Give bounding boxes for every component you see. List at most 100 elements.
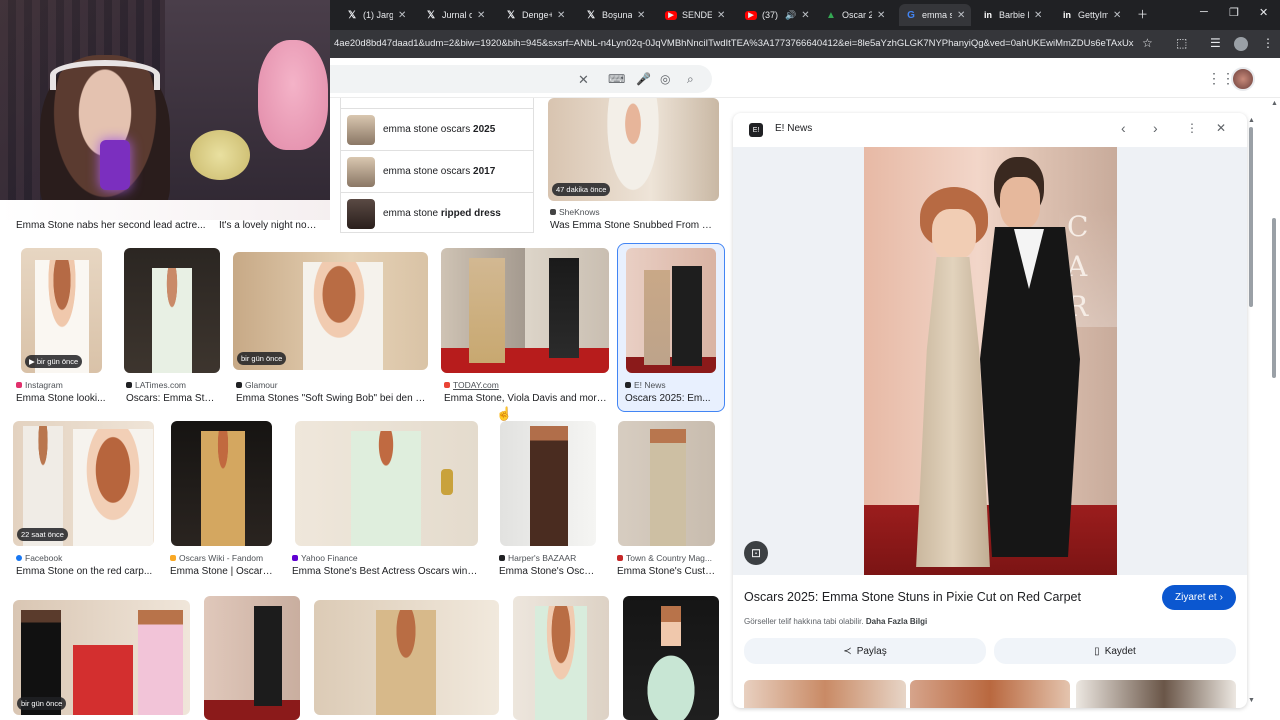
more-options-icon[interactable]: ⋮	[1186, 121, 1198, 135]
close-tab-icon[interactable]: ✕	[398, 10, 406, 21]
image-result[interactable]	[314, 600, 499, 715]
image-result[interactable]	[623, 596, 719, 720]
browser-tab[interactable]: ▶ (37) 🔊 ✕	[745, 4, 810, 26]
panel-title[interactable]: Oscars 2025: Emma Stone Stuns in Pixie C…	[744, 590, 1144, 604]
scroll-up-icon[interactable]: ▲	[1271, 100, 1278, 107]
image-caption[interactable]: It's a lovely night now ...	[219, 220, 323, 231]
minimize-icon[interactable]: ─	[1200, 6, 1208, 18]
panel-scrollbar[interactable]: ▲ ▼	[1247, 113, 1255, 708]
image-source[interactable]: Harper's BAZAAR	[499, 553, 576, 563]
speaker-icon[interactable]: 🔊	[785, 10, 796, 21]
image-caption[interactable]: Emma Stone | Oscars...	[170, 566, 274, 577]
profile-avatar[interactable]	[1234, 37, 1248, 51]
save-button[interactable]: ▯ Kaydet	[994, 638, 1236, 664]
image-source[interactable]: E! News	[625, 380, 666, 390]
browser-tab[interactable]: in GettyIm ✕	[1061, 4, 1121, 26]
image-result[interactable]: ▶ bir gün önce	[21, 248, 102, 373]
image-caption[interactable]: Emma Stone's Custo...	[617, 566, 717, 577]
image-source[interactable]: Town & Country Mag...	[617, 553, 712, 563]
image-caption[interactable]: Emma Stone nabs her second lead actre...	[16, 220, 206, 231]
image-source[interactable]: TODAY.com	[444, 380, 499, 390]
close-tab-icon[interactable]: ✕	[801, 10, 809, 21]
browser-tab[interactable]: inBarbie F✕	[982, 4, 1042, 26]
scroll-up-icon[interactable]: ▲	[1248, 117, 1255, 124]
browser-tab[interactable]: 𝕏Boşuna T✕	[585, 4, 645, 26]
image-result[interactable]	[513, 596, 609, 720]
browser-tab[interactable]: ▶SENDEN✕	[665, 4, 725, 26]
close-tab-icon[interactable]: ✕	[1113, 10, 1121, 21]
image-result[interactable]	[500, 421, 596, 546]
extensions-icon[interactable]: ⬚	[1176, 36, 1187, 50]
search-input[interactable]: ✕ ⌨ 🎤 ◎ ⌕	[300, 65, 712, 93]
image-source[interactable]: LATimes.com	[126, 380, 186, 390]
browser-tab[interactable]: 𝕏Jurnal on✕	[425, 4, 485, 26]
page-scrollbar[interactable]: ▲	[1270, 98, 1278, 720]
image-caption[interactable]: Oscars: Emma Sto...	[126, 393, 218, 404]
image-result[interactable]	[295, 421, 478, 546]
browser-tab[interactable]: 𝕏(1) Jargo✕	[346, 4, 406, 26]
image-result[interactable]	[618, 421, 715, 546]
search-icon[interactable]: ⌕	[687, 72, 694, 87]
image-source[interactable]: Oscars Wiki - Fandom	[170, 553, 263, 563]
image-caption[interactable]: Emma Stone's Best Actress Oscars win h..…	[292, 566, 478, 577]
maximize-icon[interactable]: ❐	[1229, 6, 1239, 19]
scrollbar-thumb[interactable]	[1272, 218, 1276, 378]
close-tab-icon[interactable]: ✕	[717, 10, 725, 21]
close-tab-icon[interactable]: ✕	[477, 10, 485, 21]
close-window-icon[interactable]: ✕	[1259, 6, 1268, 19]
previous-icon[interactable]: ‹	[1121, 120, 1126, 136]
browser-tab-active[interactable]: Gemma st✕	[899, 4, 972, 26]
close-tab-icon[interactable]: ✕	[877, 10, 885, 21]
close-tab-icon[interactable]: ✕	[957, 10, 965, 21]
clear-search-icon[interactable]: ✕	[578, 72, 589, 88]
image-result[interactable]	[204, 596, 300, 720]
image-result-selected[interactable]	[626, 248, 716, 373]
account-avatar[interactable]	[1231, 67, 1255, 91]
image-caption[interactable]: Emma Stone on the red carp...	[16, 566, 156, 577]
related-search-item[interactable]: emma stone oscars 2017	[341, 150, 533, 192]
queue-icon[interactable]: ☰	[1210, 36, 1221, 50]
related-search-item[interactable]: emma stone ripped dress	[341, 192, 533, 234]
bookmark-star-icon[interactable]: ☆	[1142, 36, 1153, 50]
browser-tab[interactable]: ▲Oscar 20✕	[825, 4, 885, 26]
close-panel-icon[interactable]: ✕	[1216, 121, 1226, 135]
image-source[interactable]: Instagram	[16, 380, 63, 390]
image-caption[interactable]: Emma Stone looki...	[16, 393, 106, 404]
visual-search-icon[interactable]: ⊡	[744, 541, 768, 565]
url-text[interactable]: 4ae20d8bd47daad1&udm=2&biw=1920&bih=945&…	[334, 38, 1134, 49]
microphone-icon[interactable]: 🎤	[636, 72, 651, 86]
image-source[interactable]: Facebook	[16, 553, 62, 563]
image-caption[interactable]: Emma Stones "Soft Swing Bob" bei den O..…	[236, 393, 428, 404]
scroll-down-icon[interactable]: ▼	[1248, 697, 1255, 704]
close-tab-icon[interactable]: ✕	[557, 10, 565, 21]
keyboard-icon[interactable]: ⌨	[608, 72, 625, 86]
image-result[interactable]: 22 saat önce	[13, 421, 154, 546]
close-tab-icon[interactable]: ✕	[1034, 10, 1042, 21]
preview-image[interactable]: CAR	[864, 147, 1117, 575]
image-result[interactable]: 47 dakika önce	[548, 98, 719, 201]
image-source[interactable]: Glamour	[236, 380, 278, 390]
image-caption[interactable]: Emma Stone's Oscar...	[499, 566, 599, 577]
image-caption[interactable]: Emma Stone, Viola Davis and more...	[444, 393, 609, 404]
related-image[interactable]	[744, 680, 906, 708]
scrollbar-thumb[interactable]	[1249, 127, 1253, 307]
lens-icon[interactable]: ◎	[660, 72, 670, 86]
panel-source[interactable]: E! News	[775, 123, 812, 134]
visit-button[interactable]: Ziyaret et ›	[1162, 585, 1236, 610]
related-image[interactable]	[1076, 680, 1236, 708]
image-caption[interactable]: Was Emma Stone Snubbed From Va...	[550, 220, 715, 231]
next-icon[interactable]: ›	[1153, 120, 1158, 136]
new-tab-icon[interactable]: ＋	[1137, 6, 1148, 22]
image-result[interactable]	[124, 248, 220, 373]
related-search-item[interactable]: emma stone oscars 2025	[341, 108, 533, 150]
image-result[interactable]	[171, 421, 272, 546]
image-source[interactable]: SheKnows	[550, 207, 600, 217]
browser-tab[interactable]: 𝕏 Denge+ ✕	[505, 4, 565, 26]
share-button[interactable]: ≺ Paylaş	[744, 638, 986, 664]
image-result[interactable]	[441, 248, 609, 373]
image-source[interactable]: Yahoo Finance	[292, 553, 358, 563]
related-image[interactable]	[910, 680, 1070, 708]
close-tab-icon[interactable]: ✕	[637, 10, 645, 21]
image-result[interactable]: bir gün önce	[233, 252, 428, 370]
image-result[interactable]: bir gün önce	[13, 600, 190, 715]
